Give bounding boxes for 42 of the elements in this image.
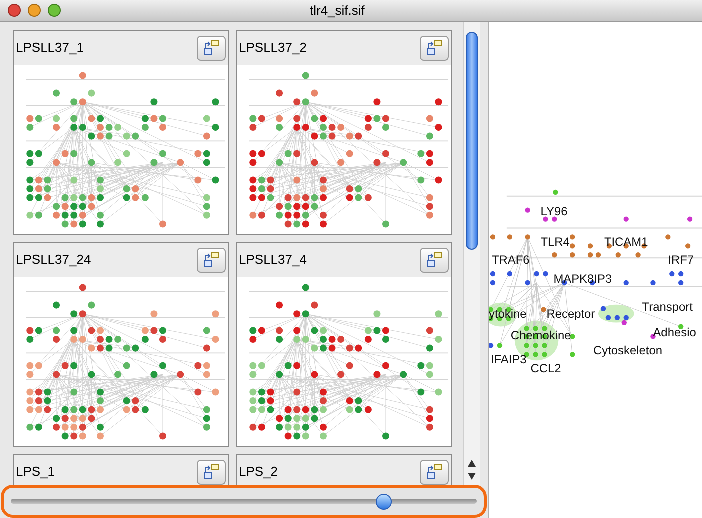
window-layout-icon (426, 464, 444, 480)
node-label: Cytoskeleton (594, 344, 663, 358)
slider-track[interactable] (11, 492, 477, 510)
layout-button[interactable] (197, 460, 226, 484)
node-label: Receptor (546, 306, 596, 321)
slider-thumb[interactable] (376, 494, 392, 510)
scroll-thumb[interactable] (466, 32, 478, 250)
node-label: Chemokine (510, 328, 572, 343)
zoom-button[interactable] (48, 4, 61, 17)
window-layout-icon (202, 252, 220, 268)
window-layout-icon (202, 464, 220, 480)
scrollbar[interactable] (463, 22, 480, 485)
close-button[interactable] (8, 4, 21, 17)
node-label: TICAM1 (604, 235, 648, 250)
node-label: Transport (642, 300, 693, 314)
node-label: TRAF6 (492, 253, 530, 268)
node-label: MAPK8IP3 (554, 272, 612, 286)
window-layout-icon (202, 40, 220, 56)
minimize-button[interactable] (28, 4, 41, 17)
layout-button[interactable] (197, 36, 226, 60)
card-title: LPSLL37_2 (239, 39, 307, 58)
card-title: LPSLL37_24 (16, 251, 92, 270)
node-label: LY96 (540, 204, 568, 218)
card-title: LPSLL37_1 (16, 39, 84, 58)
window-layout-icon (426, 40, 444, 56)
card-title: LPSLL37_4 (239, 251, 307, 270)
scroll-down-icon[interactable] (468, 473, 476, 480)
layout-button[interactable] (420, 460, 449, 484)
layout-button[interactable] (420, 248, 449, 272)
node-label: Adhesio (653, 326, 696, 340)
layout-button[interactable] (197, 248, 226, 272)
node-label: IRF7 (668, 253, 694, 268)
card-title: LPS_2 (239, 463, 278, 482)
node-label: CCL2 (530, 362, 562, 376)
node-label: TLR4 (540, 235, 570, 250)
node-label: IFAIP3 (491, 352, 527, 367)
scroll-up-icon[interactable] (468, 460, 476, 467)
node-label: ytokine (489, 306, 527, 321)
layout-button[interactable] (420, 36, 449, 60)
window-title: tlr4_sif.sif (310, 2, 365, 20)
card-title: LPS_1 (16, 463, 56, 482)
window-layout-icon (426, 252, 444, 268)
